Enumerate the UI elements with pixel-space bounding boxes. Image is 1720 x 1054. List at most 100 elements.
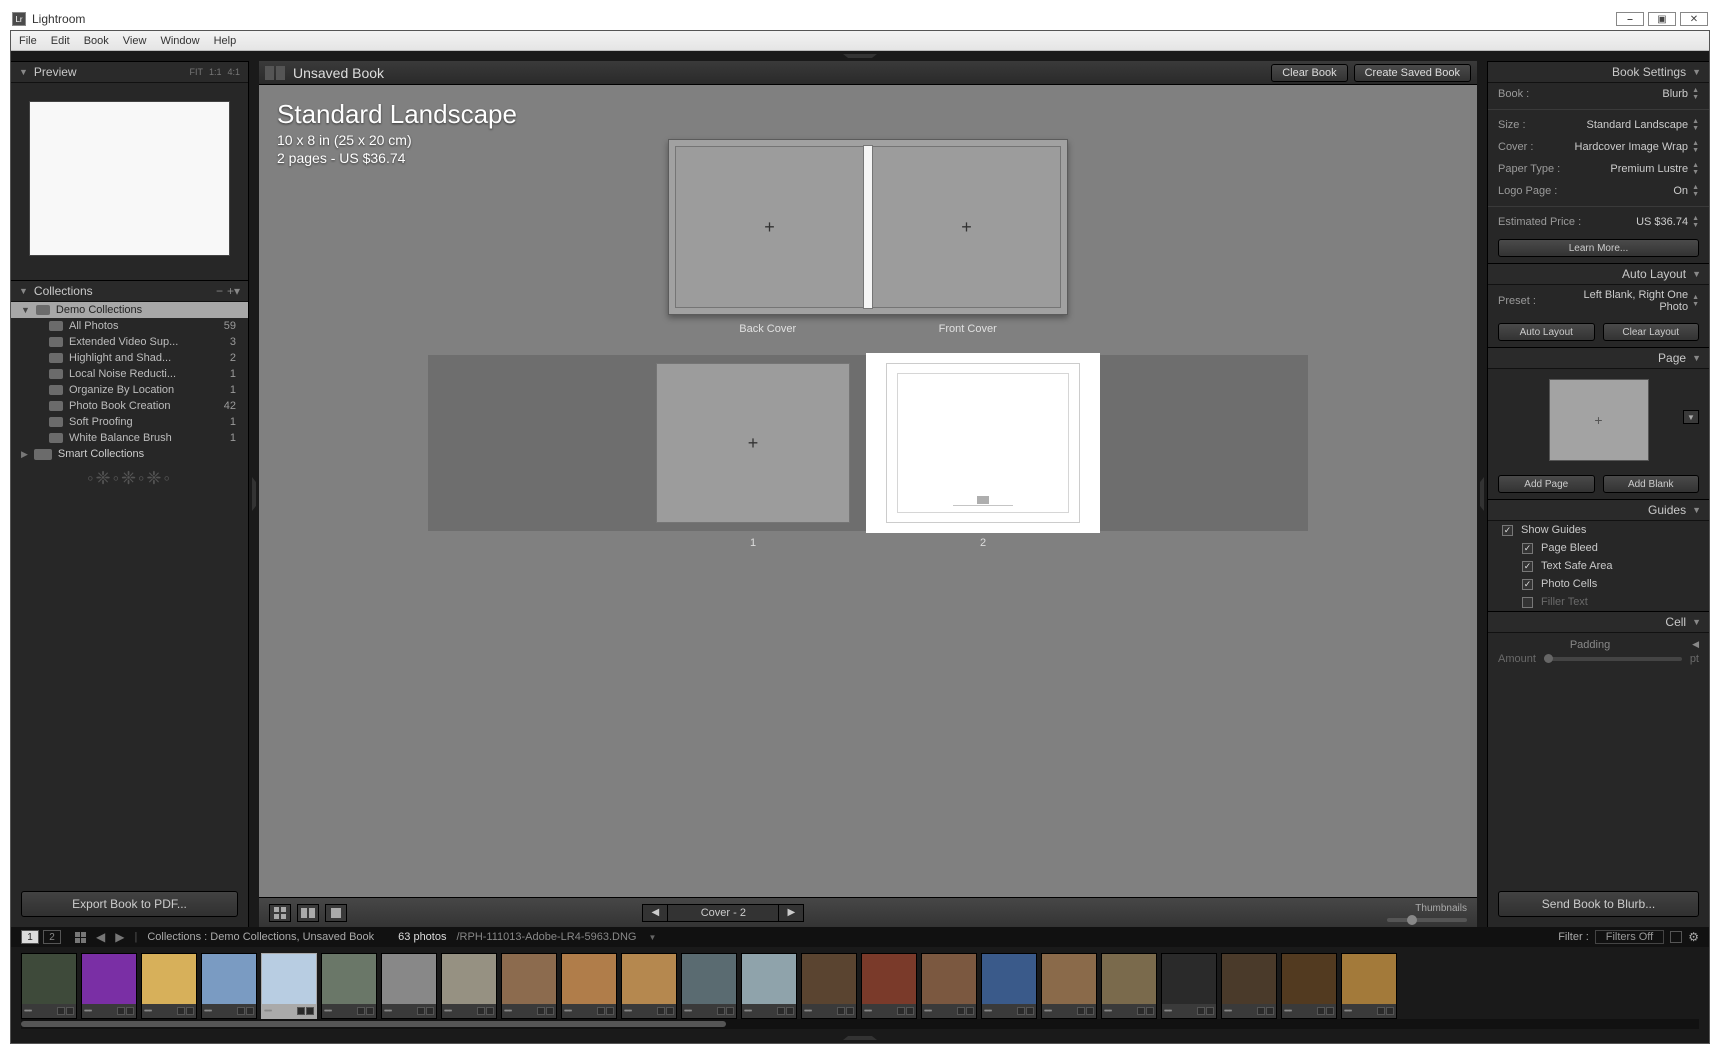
collection-row[interactable]: Photo Book Creation42 <box>11 398 248 414</box>
add-blank-button[interactable]: Add Blank <box>1603 475 1700 493</box>
send-to-blurb-button[interactable]: Send Book to Blurb... <box>1498 891 1699 917</box>
size-dropdown[interactable]: Standard Landscape▲▼ <box>1568 118 1699 132</box>
padding-slider[interactable] <box>1544 657 1682 661</box>
preview-image[interactable] <box>29 101 230 256</box>
source-secondary-button[interactable]: 2 <box>43 930 61 944</box>
collection-row[interactable]: Local Noise Reducti...1 <box>11 366 248 382</box>
add-page-button[interactable]: Add Page <box>1498 475 1595 493</box>
grid-toggle-icon[interactable] <box>75 932 86 943</box>
filter-dropdown[interactable]: Filters Off <box>1595 930 1664 944</box>
book-service-dropdown[interactable]: Blurb▲▼ <box>1568 87 1699 101</box>
spread-view-button[interactable] <box>297 904 319 922</box>
preview-panel-header[interactable]: ▼ Preview FIT 1:1 4:1 <box>11 61 248 83</box>
filmstrip-thumbnail[interactable]: ••••• <box>921 953 977 1019</box>
collection-row[interactable]: Highlight and Shad...2 <box>11 350 248 366</box>
clear-layout-button[interactable]: Clear Layout <box>1603 323 1700 341</box>
window-maximize-button[interactable]: ▣ <box>1648 12 1676 26</box>
filmstrip-thumbnail[interactable]: ••••• <box>1041 953 1097 1019</box>
logo-page-dropdown[interactable]: On▲▼ <box>1568 184 1699 198</box>
collection-row-demo[interactable]: ▼ Demo Collections <box>11 302 248 318</box>
left-panel-splitter[interactable] <box>249 61 259 927</box>
filmstrip-thumbnail[interactable]: ••••• <box>561 953 617 1019</box>
nav-next-button[interactable]: ▶ <box>115 930 124 944</box>
guides-header[interactable]: Guides▼ <box>1488 499 1709 521</box>
collections-panel-header[interactable]: ▼ Collections − +▾ <box>11 280 248 302</box>
menu-help[interactable]: Help <box>214 35 237 47</box>
menu-window[interactable]: Window <box>160 35 199 47</box>
source-primary-button[interactable]: 1 <box>21 930 39 944</box>
filmstrip-thumbnail[interactable]: ••••• <box>1341 953 1397 1019</box>
prev-page-button[interactable]: ◀ <box>642 904 668 922</box>
page-header[interactable]: Page▼ <box>1488 347 1709 369</box>
filmstrip-thumbnail[interactable]: ••••• <box>801 953 857 1019</box>
zoom-1to1[interactable]: 1:1 <box>209 67 222 77</box>
filmstrip[interactable]: ••••••••••••••••••••••••••••••••••••••••… <box>11 947 1709 1019</box>
window-minimize-button[interactable]: ⎯ <box>1616 12 1644 26</box>
filmstrip-scrollbar[interactable] <box>21 1019 1699 1029</box>
filmstrip-thumbnail[interactable]: ••••• <box>381 953 437 1019</box>
zoom-4to1[interactable]: 4:1 <box>227 67 240 77</box>
cover-dropdown[interactable]: Hardcover Image Wrap▲▼ <box>1568 140 1699 154</box>
page-bleed-checkbox[interactable]: Page Bleed <box>1488 539 1709 557</box>
filmstrip-thumbnail[interactable]: ••••• <box>261 953 317 1019</box>
filmstrip-thumbnail[interactable]: ••••• <box>501 953 557 1019</box>
page-1[interactable]: + 1 <box>638 355 868 531</box>
book-settings-header[interactable]: Book Settings▼ <box>1488 61 1709 83</box>
page-layout-preview[interactable]: + <box>1549 379 1649 461</box>
filmstrip-thumbnail[interactable]: ••••• <box>441 953 497 1019</box>
filmstrip-thumbnail[interactable]: ••••• <box>201 953 257 1019</box>
auto-layout-header[interactable]: Auto Layout▼ <box>1488 263 1709 285</box>
top-panel-separator[interactable] <box>11 51 1709 61</box>
single-view-button[interactable] <box>325 904 347 922</box>
text-safe-checkbox[interactable]: Text Safe Area <box>1488 557 1709 575</box>
learn-more-button[interactable]: Learn More... <box>1498 239 1699 257</box>
next-page-button[interactable]: ▶ <box>778 904 804 922</box>
cell-header[interactable]: Cell▼ <box>1488 611 1709 633</box>
front-cover-page[interactable]: + <box>872 146 1061 308</box>
cover-spread[interactable]: + + <box>668 139 1068 315</box>
window-close-button[interactable]: ✕ <box>1680 12 1708 26</box>
paper-dropdown[interactable]: Premium Lustre▲▼ <box>1568 162 1699 176</box>
filmstrip-thumbnail[interactable]: ••••• <box>1161 953 1217 1019</box>
layout-preset-dropdown[interactable]: Left Blank, Right One Photo▲▼ <box>1568 289 1699 313</box>
filmstrip-thumbnail[interactable]: ••••• <box>81 953 137 1019</box>
filler-text-checkbox[interactable]: Filler Text <box>1488 593 1709 611</box>
filmstrip-thumbnail[interactable]: ••••• <box>981 953 1037 1019</box>
smart-collections-row[interactable]: ▶ Smart Collections <box>11 446 248 462</box>
zoom-fit[interactable]: FIT <box>189 67 203 77</box>
page-2[interactable]: 2 <box>868 355 1098 531</box>
filmstrip-thumbnail[interactable]: ••••• <box>21 953 77 1019</box>
menu-book[interactable]: Book <box>84 35 109 47</box>
settings-gear-icon[interactable]: ⚙ <box>1688 930 1699 944</box>
photo-cells-checkbox[interactable]: Photo Cells <box>1488 575 1709 593</box>
collection-row[interactable]: All Photos59 <box>11 318 248 334</box>
filmstrip-thumbnail[interactable]: ••••• <box>1221 953 1277 1019</box>
collection-row[interactable]: Organize By Location1 <box>11 382 248 398</box>
grid-view-button[interactable] <box>269 904 291 922</box>
filmstrip-thumbnail[interactable]: ••••• <box>861 953 917 1019</box>
right-panel-splitter[interactable] <box>1477 61 1487 927</box>
back-cover-page[interactable]: + <box>675 146 864 308</box>
filmstrip-thumbnail[interactable]: ••••• <box>321 953 377 1019</box>
filmstrip-thumbnail[interactable]: ••••• <box>1281 953 1337 1019</box>
filmstrip-thumbnail[interactable]: ••••• <box>741 953 797 1019</box>
show-guides-checkbox[interactable]: Show Guides <box>1488 521 1709 539</box>
collections-remove-icon[interactable]: − <box>216 284 223 298</box>
menu-edit[interactable]: Edit <box>51 35 70 47</box>
filmstrip-thumbnail[interactable]: ••••• <box>1101 953 1157 1019</box>
page-layout-dropdown[interactable]: ▼ <box>1683 410 1699 424</box>
create-saved-book-button[interactable]: Create Saved Book <box>1354 64 1471 82</box>
collection-row[interactable]: Extended Video Sup...3 <box>11 334 248 350</box>
filmstrip-thumbnail[interactable]: ••••• <box>141 953 197 1019</box>
collection-row[interactable]: White Balance Brush1 <box>11 430 248 446</box>
chevron-down-icon[interactable]: ▼ <box>648 933 656 942</box>
menu-file[interactable]: File <box>19 35 37 47</box>
filter-lock-icon[interactable] <box>1670 931 1682 943</box>
auto-layout-button[interactable]: Auto Layout <box>1498 323 1595 341</box>
bottom-panel-separator[interactable] <box>11 1033 1709 1043</box>
thumbnail-size-slider[interactable]: Thumbnails <box>1387 903 1467 922</box>
collection-row[interactable]: Soft Proofing1 <box>11 414 248 430</box>
filmstrip-thumbnail[interactable]: ••••• <box>681 953 737 1019</box>
nav-prev-button[interactable]: ◀ <box>96 930 105 944</box>
expand-icon[interactable]: ◀ <box>1692 639 1699 650</box>
